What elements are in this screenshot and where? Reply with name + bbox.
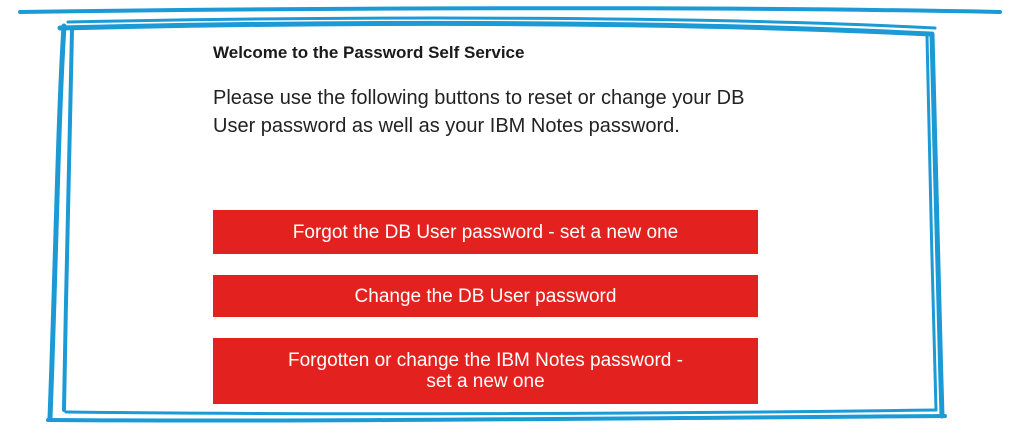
forgot-db-password-button[interactable]: Forgot the DB User password - set a new …	[213, 210, 758, 254]
self-service-panel: Welcome to the Password Self Service Ple…	[0, 0, 1009, 425]
notes-button-line-2: set a new one	[426, 371, 545, 392]
notes-button-label: Forgotten or change the IBM Notes passwo…	[288, 350, 683, 392]
notes-password-button[interactable]: Forgotten or change the IBM Notes passwo…	[213, 338, 758, 404]
notes-button-line-1: Forgotten or change the IBM Notes passwo…	[288, 350, 683, 371]
change-db-password-button[interactable]: Change the DB User password	[213, 275, 758, 317]
intro-section: Welcome to the Password Self Service Ple…	[213, 40, 758, 140]
description-text: Please use the following buttons to rese…	[213, 87, 745, 137]
page-title: Welcome to the Password Self Service	[213, 43, 525, 62]
